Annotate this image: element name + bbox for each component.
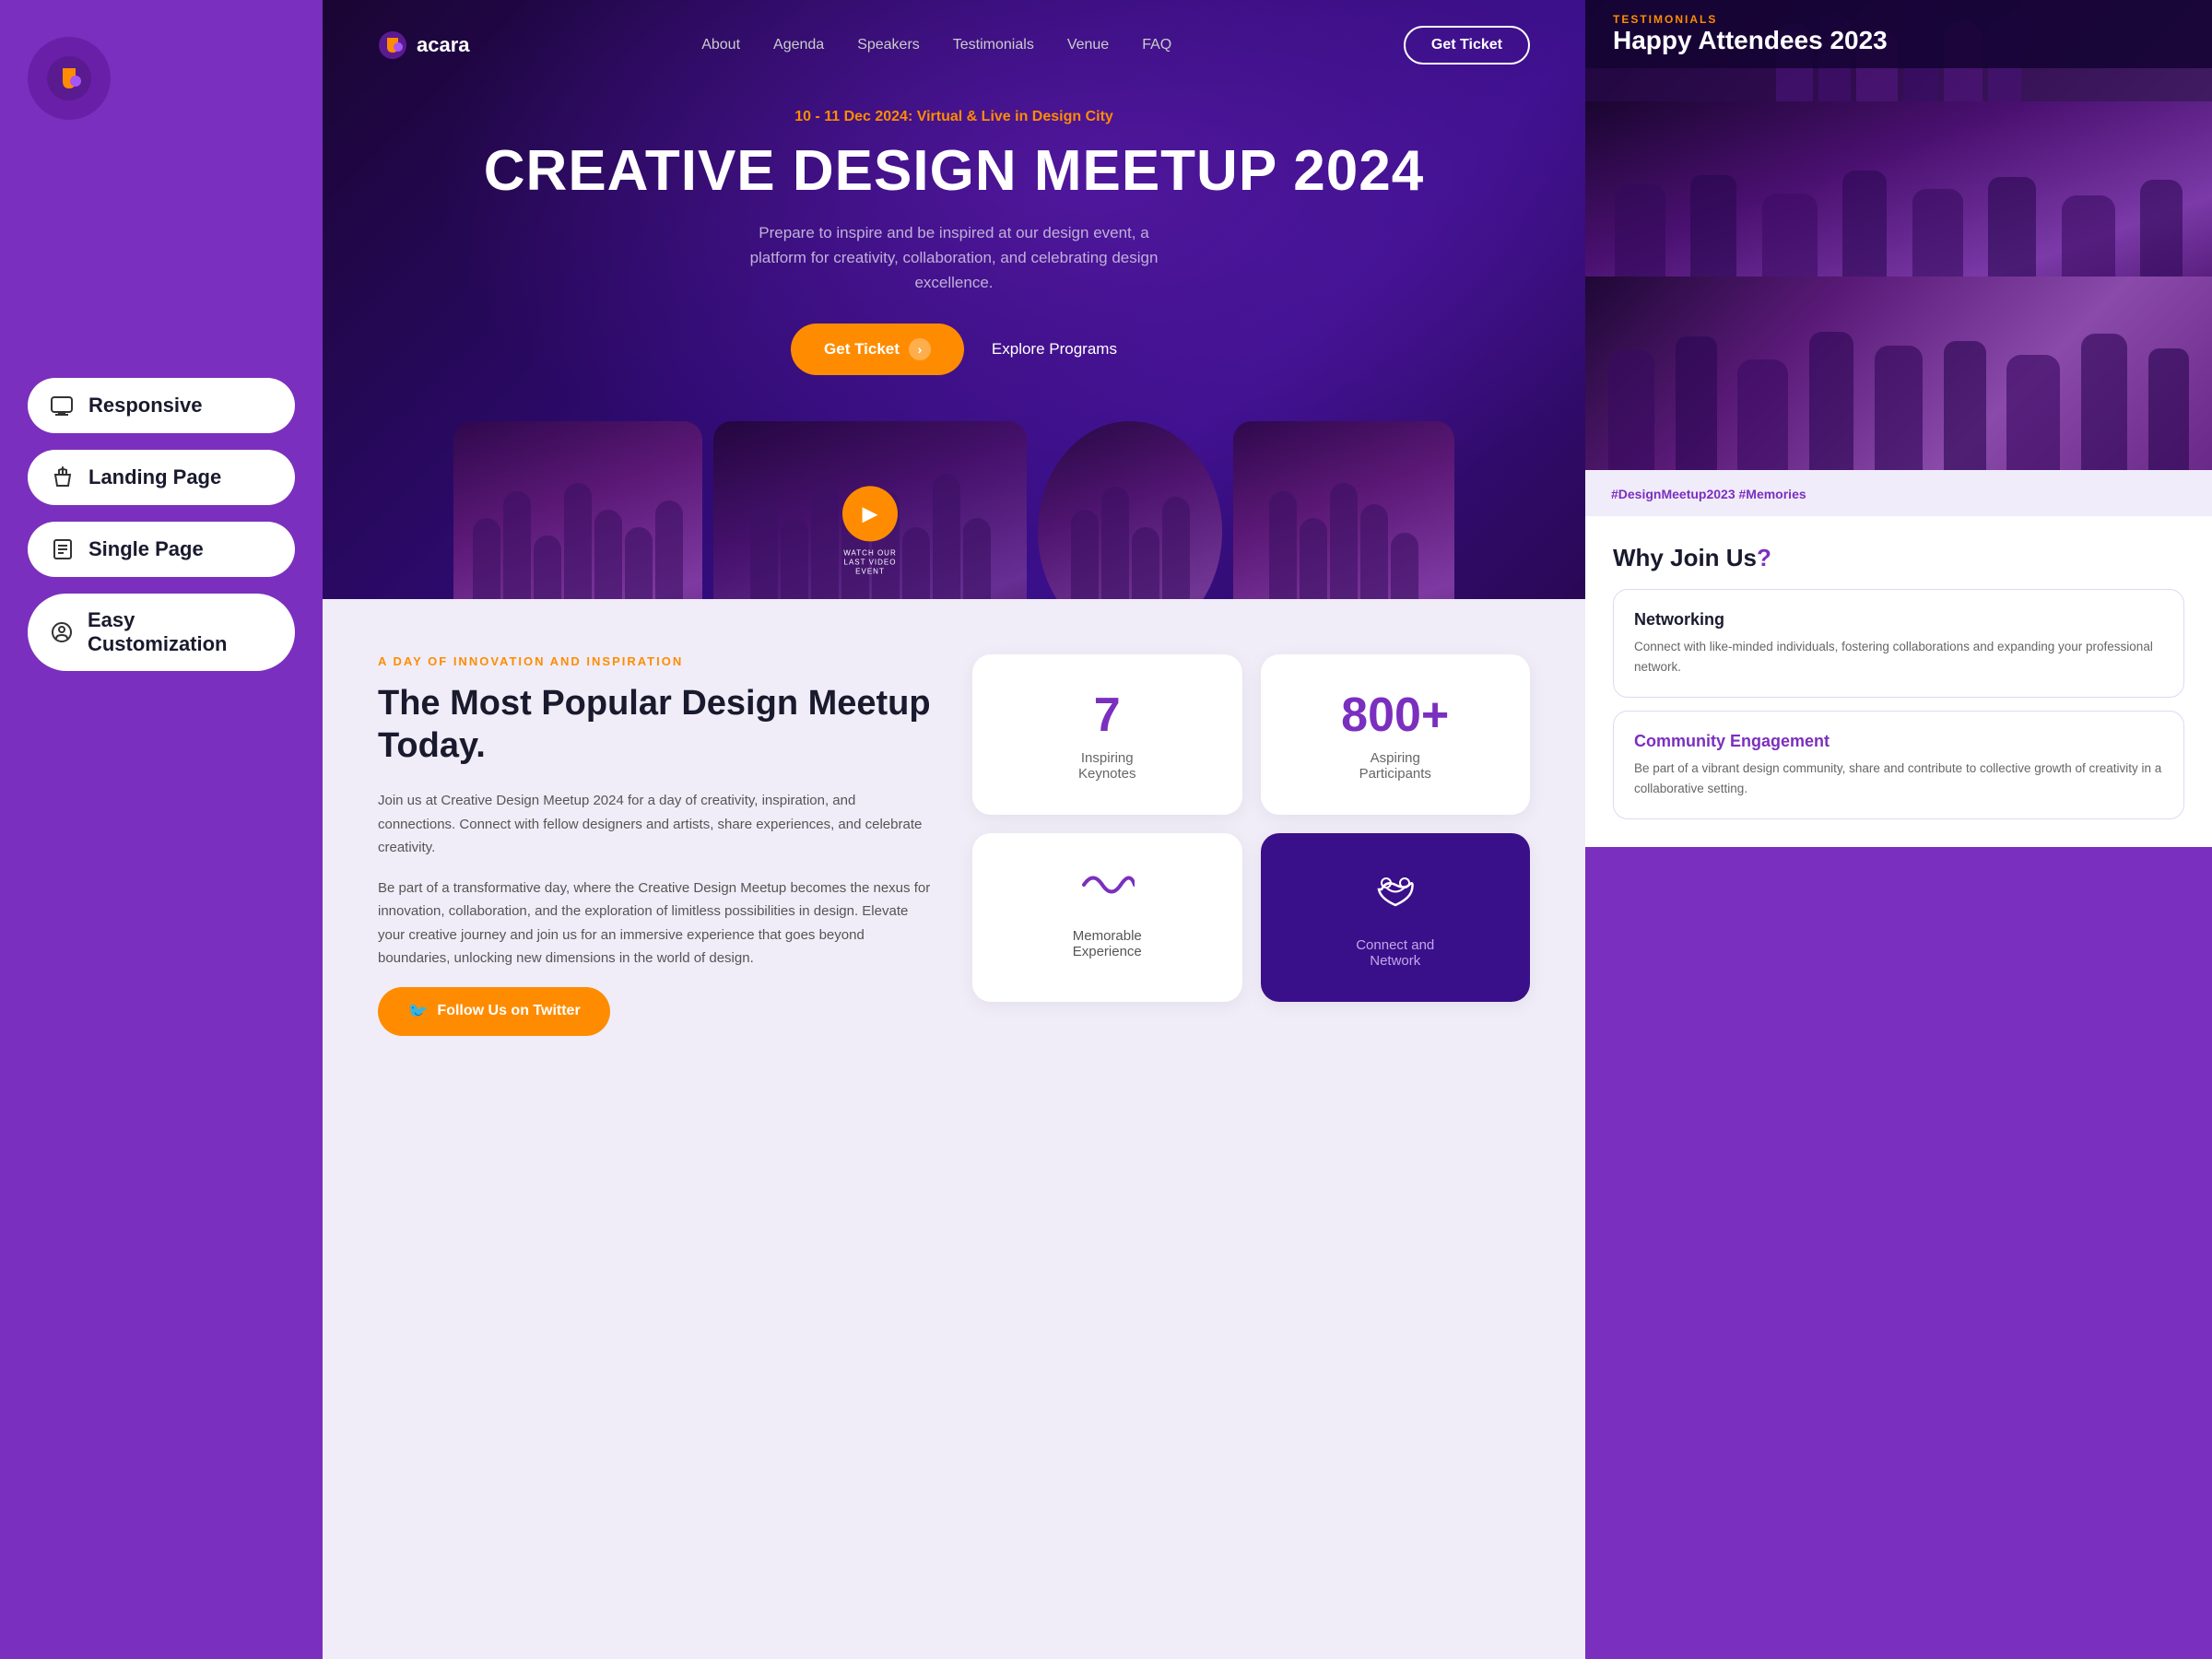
why-community-body: Be part of a vibrant design community, s… — [1634, 759, 2163, 798]
sidebar-badges: Responsive Landing Page — [28, 378, 295, 671]
testimonials-title: Happy Attendees 2023 — [1613, 26, 2184, 55]
social-hashtag: #DesignMeetup2023 #Memories — [1611, 487, 2186, 501]
twitter-label: Follow Us on Twitter — [437, 1003, 580, 1019]
left-col: A DAY OF INNOVATION AND INSPIRATION The … — [378, 654, 935, 1036]
badge-single-page-label: Single Page — [88, 537, 204, 561]
navbar: acara About Agenda Speakers Testimonials… — [323, 0, 1585, 90]
hero-images: ▶ WATCH OUR LAST VIDEO EVENT — [323, 421, 1585, 599]
connect-icon — [1288, 866, 1503, 923]
stat-keynotes: 7 Inspiring Keynotes — [972, 654, 1242, 815]
hero-cta-label: Get Ticket — [824, 340, 900, 359]
badge-easy-customization[interactable]: Easy Customization — [28, 594, 295, 671]
hero-image-4 — [1233, 421, 1454, 599]
hero-image-2-with-play: ▶ WATCH OUR LAST VIDEO EVENT — [713, 421, 1027, 599]
why-card-community: Community Engagement Be part of a vibran… — [1613, 711, 2184, 819]
twitter-button[interactable]: 🐦 Follow Us on Twitter — [378, 987, 610, 1036]
section-body: Join us at Creative Design Meetup 2024 f… — [378, 789, 935, 971]
top-image-1: TESTIMONIALS Happy Attendees 2023 — [1585, 0, 2212, 101]
badge-responsive[interactable]: Responsive — [28, 378, 295, 433]
get-ticket-button[interactable]: Get Ticket — [1404, 26, 1530, 65]
stat-connect: Connect and Network — [1261, 833, 1531, 1002]
keynotes-label: Inspiring Keynotes — [1000, 750, 1215, 782]
right-panel: TESTIMONIALS Happy Attendees 2023 — [1585, 0, 2212, 1659]
hero-content: 10 - 11 Dec 2024: Virtual & Live in Desi… — [323, 90, 1585, 421]
nav-link-agenda[interactable]: Agenda — [773, 37, 824, 53]
nav-links: About Agenda Speakers Testimonials Venue… — [701, 37, 1171, 53]
why-card-networking: Networking Connect with like-minded indi… — [1613, 589, 2184, 698]
play-text: WATCH OUR LAST VIDEO EVENT — [838, 548, 902, 577]
nav-link-about[interactable]: About — [701, 37, 740, 53]
testimonials-tag: TESTIMONIALS — [1613, 13, 2184, 26]
badge-single-page[interactable]: Single Page — [28, 522, 295, 577]
keynotes-number: 7 — [1000, 688, 1215, 743]
badge-landing-page-label: Landing Page — [88, 465, 221, 489]
why-title: Why Join Us? — [1613, 544, 2184, 572]
top-image-3 — [1585, 276, 2212, 470]
easy-customization-icon — [50, 619, 75, 645]
page-wrapper: Responsive Landing Page — [0, 0, 2212, 1659]
arrow-icon: › — [909, 338, 931, 360]
nav-link-venue[interactable]: Venue — [1067, 37, 1109, 53]
why-section: Why Join Us? Networking Connect with lik… — [1585, 516, 2212, 847]
connect-label: Connect and Network — [1288, 937, 1503, 969]
hero-date: 10 - 11 Dec 2024: Virtual & Live in Desi… — [378, 109, 1530, 125]
hero-explore-button[interactable]: Explore Programs — [992, 340, 1117, 359]
hero-image-3 — [1038, 421, 1222, 599]
memorable-icon — [1000, 866, 1215, 913]
nav-link-testimonials[interactable]: Testimonials — [953, 37, 1034, 53]
body-para-2: Be part of a transformative day, where t… — [378, 877, 935, 971]
section-title: The Most Popular Design Meetup Today. — [378, 683, 935, 767]
lower-grid: A DAY OF INNOVATION AND INSPIRATION The … — [378, 654, 1530, 1036]
nav-logo: acara — [378, 30, 470, 60]
participants-label: Aspiring Participants — [1288, 750, 1503, 782]
twitter-icon: 🐦 — [407, 1002, 428, 1021]
testimonials-header-bar: TESTIMONIALS Happy Attendees 2023 — [1585, 0, 2212, 68]
hero-get-ticket-button[interactable]: Get Ticket › — [791, 324, 964, 375]
nav-logo-text: acara — [417, 33, 470, 57]
top-image-2 — [1585, 101, 2212, 276]
participants-number: 800+ — [1288, 688, 1503, 743]
left-sidebar: Responsive Landing Page — [0, 0, 323, 1659]
memorable-label: Memorable Experience — [1000, 928, 1215, 959]
nav-link-faq[interactable]: FAQ — [1142, 37, 1171, 53]
why-networking-body: Connect with like-minded individuals, fo… — [1634, 637, 2163, 677]
single-page-icon — [50, 536, 76, 562]
top-image-3-people — [1585, 323, 2212, 470]
stats-grid: 7 Inspiring Keynotes 800+ Aspiring Parti… — [972, 654, 1530, 1002]
why-networking-title: Networking — [1634, 610, 2163, 629]
stat-participants: 800+ Aspiring Participants — [1261, 654, 1531, 815]
badge-easy-customization-label: Easy Customization — [88, 608, 273, 656]
body-para-1: Join us at Creative Design Meetup 2024 f… — [378, 789, 935, 860]
responsive-icon — [50, 393, 76, 418]
stat-memorable: Memorable Experience — [972, 833, 1242, 1002]
nav-link-speakers[interactable]: Speakers — [857, 37, 920, 53]
hero-title: CREATIVE DESIGN MEETUP 2024 — [378, 138, 1530, 204]
social-section: #DesignMeetup2023 #Memories — [1585, 470, 2212, 518]
badge-landing-page[interactable]: Landing Page — [28, 450, 295, 505]
why-community-title: Community Engagement — [1634, 732, 2163, 751]
hero-buttons: Get Ticket › Explore Programs — [378, 324, 1530, 375]
play-icon: ▶ — [842, 486, 898, 541]
hero-subtitle: Prepare to inspire and be inspired at ou… — [733, 220, 1175, 296]
badge-responsive-label: Responsive — [88, 394, 203, 418]
play-button-overlay[interactable]: ▶ WATCH OUR LAST VIDEO EVENT — [838, 486, 902, 577]
hero-image-1 — [453, 421, 702, 599]
section-tag: A DAY OF INNOVATION AND INSPIRATION — [378, 654, 935, 668]
hero-section: acara About Agenda Speakers Testimonials… — [323, 0, 1585, 599]
main-content: acara About Agenda Speakers Testimonials… — [323, 0, 1585, 1659]
landing-page-icon — [50, 465, 76, 490]
top-image-2-overlay — [1585, 101, 2212, 276]
logo-circle — [28, 37, 111, 120]
lower-section: A DAY OF INNOVATION AND INSPIRATION The … — [323, 599, 1585, 1659]
